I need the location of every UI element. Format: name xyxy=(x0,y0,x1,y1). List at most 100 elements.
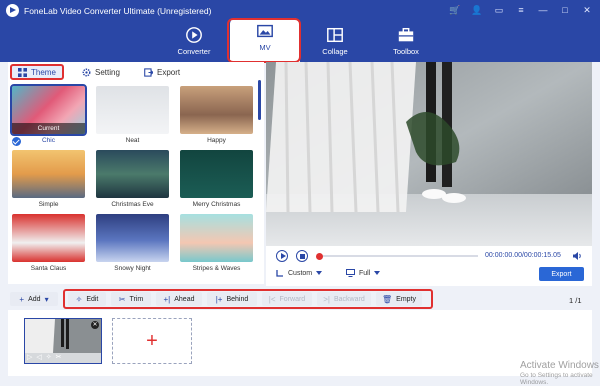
page-count: 1 /1 xyxy=(569,296,582,305)
remove-clip-icon[interactable]: ✕ xyxy=(91,321,99,329)
tab-toolbox-label: Toolbox xyxy=(393,47,419,56)
magic-wand-icon: ✧ xyxy=(75,294,83,304)
clips-area: ✕ ▷ ◁ ✧ ✂ + xyxy=(8,310,592,376)
theme-label-stripes-waves: Stripes & Waves xyxy=(192,265,241,272)
clip-tools: ▷ ◁ ✧ ✂ xyxy=(27,353,62,361)
page-current: 1 xyxy=(569,296,574,305)
edit-button[interactable]: ✧ Edit xyxy=(68,292,106,306)
theme-label-chic: Chic xyxy=(41,137,55,144)
tab-converter[interactable]: Converter xyxy=(159,22,229,62)
toolbox-icon xyxy=(398,27,414,42)
tab-mv[interactable]: MV xyxy=(227,18,301,63)
theme-label-snowy-night: Snowy Night xyxy=(114,265,151,272)
trim-icon[interactable]: ✂ xyxy=(56,353,62,361)
mode-dropdown[interactable]: Full xyxy=(346,269,381,277)
trim-button[interactable]: ✂ Trim xyxy=(111,292,151,306)
subtab-theme-label: Theme xyxy=(31,67,56,77)
tab-toolbox[interactable]: Toolbox xyxy=(371,22,441,62)
theme-thumb-neat[interactable] xyxy=(96,86,169,134)
export-icon xyxy=(144,67,153,77)
aspect-dropdown[interactable]: Custom xyxy=(276,269,323,277)
chevron-down-icon: ▾ xyxy=(44,294,49,304)
trim-label: Trim xyxy=(129,295,144,303)
behind-label: Behind xyxy=(226,295,249,303)
app-logo-icon xyxy=(6,4,19,17)
volume-icon[interactable] xyxy=(572,251,582,261)
player-controls: 00:00:00.00/00:00:15.05 Custom Full Expo… xyxy=(266,246,592,286)
theme-thumb-snowy-night[interactable] xyxy=(96,214,169,262)
theme-panel: Theme Setting Export Current Chic Neat H… xyxy=(8,62,264,284)
forward-label: Forward xyxy=(279,295,306,303)
forward-button[interactable]: |< Forward xyxy=(262,292,312,306)
play-button[interactable] xyxy=(276,250,288,262)
mute-icon[interactable]: ◁ xyxy=(36,353,41,361)
empty-label: Empty xyxy=(396,295,416,303)
tab-collage-label: Collage xyxy=(322,47,348,56)
edit-icon[interactable]: ✧ xyxy=(46,353,52,361)
menu-icon[interactable]: ≡ xyxy=(514,3,528,17)
theme-label-happy: Happy xyxy=(207,137,226,144)
behind-button[interactable]: |+ Behind xyxy=(207,292,257,306)
collage-icon xyxy=(327,27,343,43)
main-nav: Converter MV Collage Toolbox xyxy=(0,18,600,63)
maximize-button[interactable]: □ xyxy=(558,3,572,17)
cart-icon[interactable]: 🛒 xyxy=(448,3,462,17)
theme-label-simple: Simple xyxy=(38,201,59,208)
add-clip-placeholder[interactable]: + xyxy=(112,318,192,364)
play-icon[interactable]: ▷ xyxy=(27,353,32,361)
theme-thumb-chic[interactable]: Current xyxy=(10,84,87,136)
ahead-label: Ahead xyxy=(174,295,195,303)
current-badge: Current xyxy=(12,123,85,134)
converter-icon xyxy=(186,27,202,43)
page-total: /1 xyxy=(575,296,582,305)
theme-grid: Current Chic Neat Happy Simple Christmas… xyxy=(8,84,260,284)
subtab-export[interactable]: Export xyxy=(144,64,180,80)
monitor-icon xyxy=(346,269,355,277)
user-icon[interactable]: 👤 xyxy=(470,3,484,17)
mv-icon xyxy=(257,24,273,38)
backward-label: Backward xyxy=(334,295,365,303)
theme-scrollbar[interactable] xyxy=(258,80,261,120)
theme-thumb-christmas-eve[interactable] xyxy=(96,150,169,198)
backward-button[interactable]: >| Backward xyxy=(317,292,371,306)
subtab-setting-label: Setting xyxy=(95,67,120,77)
theme-label-santa-claus: Santa Claus xyxy=(30,265,67,272)
add-label: Add xyxy=(28,295,41,303)
clip-toolbar: + Add ▾ ✧ Edit ✂ Trim +| Ahead |+ Behind… xyxy=(8,288,592,310)
subtab-setting[interactable]: Setting xyxy=(82,64,120,80)
theme-label-christmas-eve: Christmas Eve xyxy=(111,201,154,208)
close-button[interactable]: ✕ xyxy=(580,3,594,17)
plus-icon: + xyxy=(19,294,25,304)
tab-collage[interactable]: Collage xyxy=(300,22,370,62)
video-preview xyxy=(266,61,592,246)
app-title: FoneLab Video Converter Ultimate (Unregi… xyxy=(24,6,212,16)
edit-label: Edit xyxy=(86,295,99,303)
empty-button[interactable]: 🗑 Empty xyxy=(376,292,422,306)
subtab-theme[interactable]: Theme xyxy=(10,64,64,80)
export-button[interactable]: Export xyxy=(539,267,584,281)
theme-thumb-happy[interactable] xyxy=(180,86,253,134)
ahead-icon: +| xyxy=(163,294,171,304)
clip-thumbnail[interactable]: ✕ ▷ ◁ ✧ ✂ xyxy=(24,318,102,364)
title-bar: FoneLab Video Converter Ultimate (Unregi… xyxy=(0,0,600,22)
stop-button[interactable] xyxy=(296,250,308,262)
activation-watermark-subtext: Go to Settings to activate Windows. xyxy=(520,372,593,386)
add-button[interactable]: + Add ▾ xyxy=(10,292,58,306)
theme-thumb-santa-claus[interactable] xyxy=(12,214,85,262)
chat-icon[interactable]: ▭ xyxy=(492,3,506,17)
tab-mv-label: MV xyxy=(259,43,271,52)
mode-label: Full xyxy=(359,269,371,277)
timecode: 00:00:00.00/00:00:15.05 xyxy=(485,252,561,259)
ahead-button[interactable]: +| Ahead xyxy=(156,292,202,306)
theme-label-merry-christmas: Merry Christmas xyxy=(192,201,241,208)
theme-label-neat: Neat xyxy=(125,137,140,144)
theme-thumb-simple[interactable] xyxy=(12,150,85,198)
progress-handle[interactable] xyxy=(316,252,323,260)
theme-thumb-stripes-waves[interactable] xyxy=(180,214,253,262)
aspect-label: Custom xyxy=(288,269,313,277)
minimize-button[interactable]: — xyxy=(536,3,550,17)
theme-thumb-merry-christmas[interactable] xyxy=(180,150,253,198)
grid-icon xyxy=(18,67,27,77)
trash-icon: 🗑 xyxy=(382,294,393,304)
progress-bar[interactable] xyxy=(316,252,478,260)
